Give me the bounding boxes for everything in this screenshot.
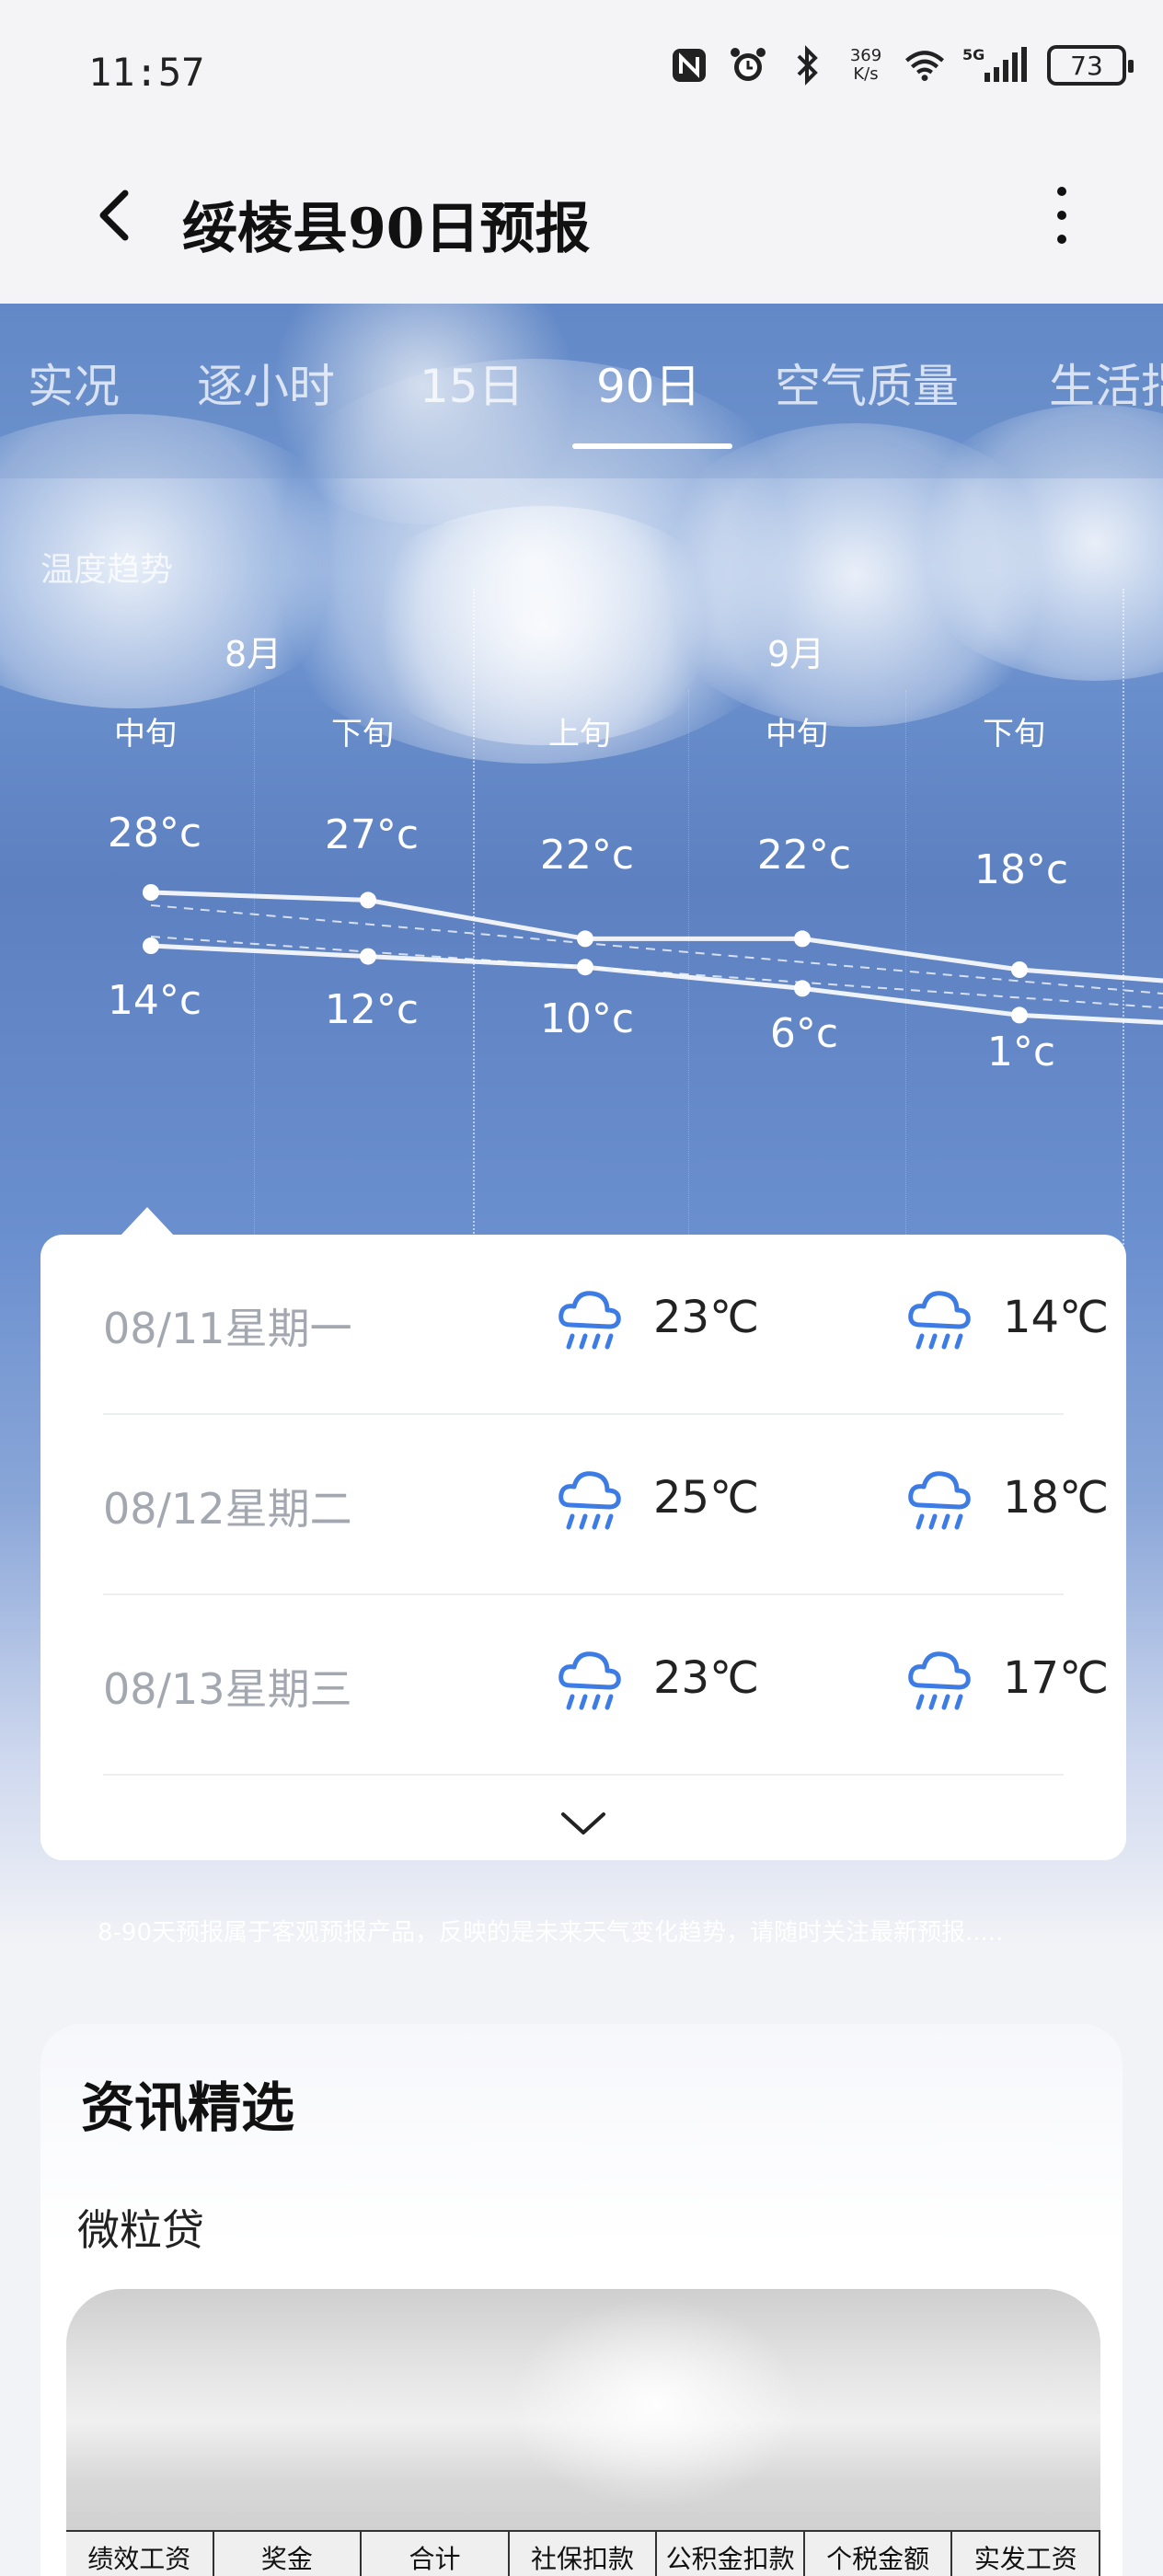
battery-level: 73: [1070, 50, 1103, 81]
high-temp-label: 22°c: [756, 832, 852, 879]
speed-value: 369: [849, 46, 882, 65]
status-time: 11:57: [88, 50, 205, 95]
day-date: 08/12星期二: [103, 1484, 352, 1534]
status-icons: 369 K/s 5G 73: [668, 44, 1134, 86]
news-section: 资讯精选 微粒贷 绩效工资 奖金 合计 社保扣款 公积金扣款 个税金额 实发工资: [40, 2024, 1123, 2576]
low-temp-label: 10°c: [539, 995, 635, 1042]
day-temp: 23℃: [653, 1652, 759, 1704]
list-item[interactable]: 08/12星期二 25℃ 18℃: [103, 1415, 1109, 1595]
day-date: 08/13星期三: [103, 1664, 352, 1714]
more-options-icon[interactable]: [1043, 178, 1080, 252]
rain-icon: [904, 1463, 977, 1536]
nfc-icon: [668, 44, 710, 86]
low-temp-point: [143, 937, 159, 954]
high-temp-label: 22°c: [539, 832, 635, 879]
low-temp-point: [360, 948, 376, 965]
rain-icon: [554, 1463, 628, 1536]
low-temp-label: 1°c: [986, 1029, 1056, 1075]
card-pointer: [120, 1207, 175, 1236]
table-header-cell: 社保扣款: [510, 2532, 658, 2576]
night-temp: 14℃: [1003, 1292, 1109, 1343]
day-date: 08/11星期一: [103, 1304, 352, 1353]
low-temp-point: [577, 959, 593, 976]
network-speed: 369 K/s: [845, 47, 887, 84]
table-header-cell: 实发工资: [952, 2532, 1100, 2576]
bluetooth-icon: [786, 44, 828, 86]
high-temp-point: [794, 930, 811, 948]
table-header-cell: 个税金额: [805, 2532, 953, 2576]
back-icon[interactable]: [88, 186, 144, 245]
weather-background: 实况 逐小时 15日 90日 空气质量 生活指 温度趋势 8月 9月 中旬 下旬…: [0, 304, 1163, 2236]
table-header-cell: 奖金: [214, 2532, 363, 2576]
high-normal-line: [150, 904, 1163, 995]
high-temp-label: 28°c: [107, 810, 202, 857]
signal-icon: 5G: [962, 44, 1031, 86]
rain-icon: [554, 1282, 628, 1356]
news-section-title: 资讯精选: [81, 2076, 295, 2139]
daily-forecast-card: 08/11星期一 23℃ 14℃ 08/12星期二 25℃ 18℃ 08/13星…: [40, 1235, 1126, 1860]
high-temp-line: [150, 890, 1163, 983]
high-temp-point: [360, 891, 376, 909]
rain-icon: [554, 1643, 628, 1717]
high-temp-point: [1011, 961, 1028, 978]
battery-icon: 73: [1047, 45, 1134, 86]
low-temp-line: [150, 943, 1163, 1025]
list-item[interactable]: 08/11星期一 23℃ 14℃: [103, 1235, 1109, 1415]
page-title: 绥棱县90日预报: [182, 197, 591, 261]
low-temp-label: 12°c: [324, 986, 420, 1033]
news-item-title[interactable]: 微粒贷: [77, 2197, 204, 2258]
list-item[interactable]: 08/13星期三 23℃ 17℃: [103, 1595, 1109, 1776]
salary-table-header: 绩效工资 奖金 合计 社保扣款 公积金扣款 个税金额 实发工资: [66, 2530, 1100, 2576]
night-temp: 18℃: [1003, 1472, 1109, 1524]
day-temp: 23℃: [653, 1292, 759, 1343]
night-temp: 17℃: [1003, 1652, 1109, 1704]
high-temp-point: [577, 930, 593, 948]
status-bar: 11:57 369 K/s 5G 73: [0, 37, 1163, 110]
low-temp-label: 14°c: [107, 977, 202, 1024]
rain-icon: [904, 1282, 977, 1356]
table-header-cell: 合计: [362, 2532, 510, 2576]
app-header: 绥棱县90日预报: [0, 166, 1163, 267]
high-temp-label: 18°c: [973, 846, 1069, 893]
rain-icon: [904, 1643, 977, 1717]
wifi-icon: [904, 44, 946, 86]
image-highlight: [508, 2298, 802, 2510]
table-header-cell: 绩效工资: [66, 2532, 214, 2576]
alarm-icon: [727, 44, 769, 86]
svg-text:5G: 5G: [962, 46, 985, 63]
low-temp-point: [1011, 1006, 1028, 1024]
chevron-down-icon[interactable]: [556, 1807, 611, 1840]
high-temp-point: [143, 884, 159, 901]
table-header-cell: 公积金扣款: [657, 2532, 805, 2576]
news-image[interactable]: 绩效工资 奖金 合计 社保扣款 公积金扣款 个税金额 实发工资: [66, 2289, 1100, 2576]
speed-unit: K/s: [853, 64, 879, 84]
low-temp-point: [794, 980, 811, 997]
day-temp: 25℃: [653, 1472, 759, 1524]
forecast-disclaimer: 8-90天预报属于客观预报产品，反映的是未来天气变化趋势，请随时关注最新预报..…: [98, 1919, 1004, 1947]
high-temp-label: 27°c: [324, 811, 420, 858]
low-temp-label: 6°c: [769, 1010, 839, 1057]
